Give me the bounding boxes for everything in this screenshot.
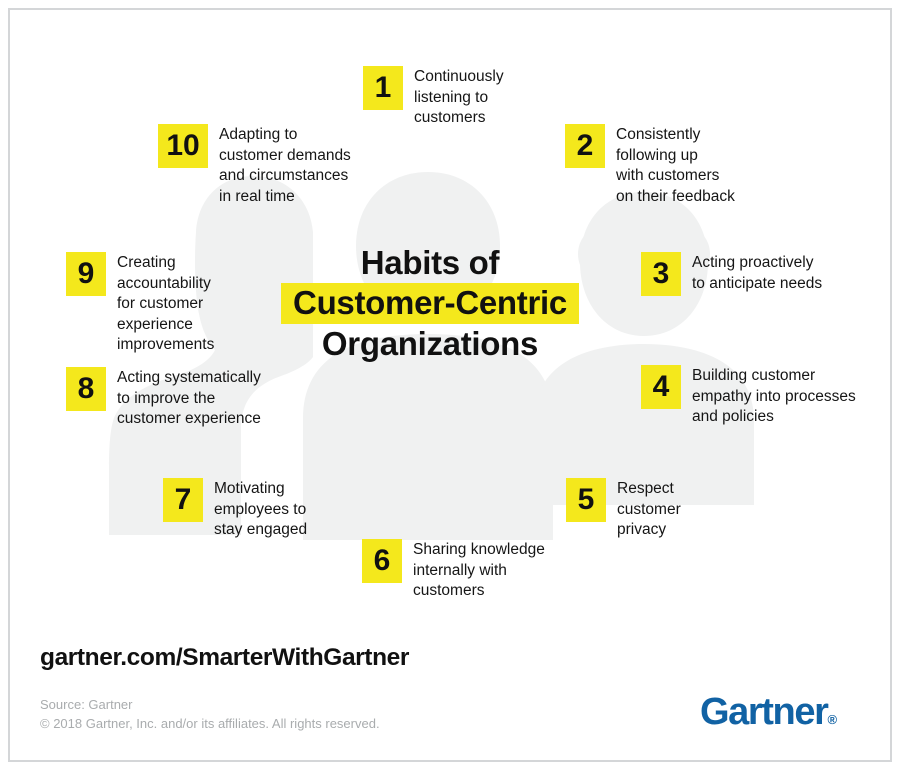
habit-text-5: Respect customer privacy: [617, 480, 681, 538]
habit-text-9: Creating accountability for customer exp…: [117, 254, 215, 353]
habit-item-4[interactable]: 4 Building customer empathy into process…: [641, 365, 856, 428]
habit-number-1: 1: [363, 66, 403, 110]
habit-item-10[interactable]: 10 Adapting to customer demands and circ…: [158, 124, 351, 207]
habit-number-5: 5: [566, 478, 606, 522]
title-highlight: Customer-Centric: [281, 283, 579, 324]
habit-item-7[interactable]: 7 Motivating employees to stay engaged: [163, 478, 307, 541]
habit-text-8: Acting systematically to improve the cus…: [117, 369, 261, 427]
registered-trademark-icon: ®: [827, 712, 838, 727]
habit-item-5[interactable]: 5 Respect customer privacy: [566, 478, 681, 541]
habit-item-9[interactable]: 9 Creating accountability for customer e…: [66, 252, 214, 356]
habit-number-8: 8: [66, 367, 106, 411]
site-url-link[interactable]: gartner.com/SmarterWithGartner: [40, 644, 409, 672]
habit-number-4: 4: [641, 365, 681, 409]
habit-item-6[interactable]: 6 Sharing knowledge internally with cust…: [362, 539, 545, 602]
habit-item-2[interactable]: 2 Consistently following up with custome…: [565, 124, 735, 207]
habit-number-9: 9: [66, 252, 106, 296]
habit-number-2: 2: [565, 124, 605, 168]
habit-text-1: Continuously listening to customers: [414, 68, 504, 126]
center-title: Habits of Customer-Centric Organizations: [230, 243, 630, 364]
habit-item-3[interactable]: 3 Acting proactively to anticipate needs: [641, 252, 822, 296]
habit-text-6: Sharing knowledge internally with custom…: [413, 541, 545, 599]
infographic-stage: Habits of Customer-Centric Organizations…: [0, 0, 900, 770]
habit-number-3: 3: [641, 252, 681, 296]
habit-item-8[interactable]: 8 Acting systematically to improve the c…: [66, 367, 261, 430]
habit-text-10: Adapting to customer demands and circums…: [219, 126, 351, 205]
habit-text-2: Consistently following up with customers…: [616, 126, 735, 205]
habit-item-1[interactable]: 1 Continuously listening to customers: [363, 66, 504, 129]
habit-text-3: Acting proactively to anticipate needs: [692, 254, 823, 292]
title-line-2: Customer-Centric: [230, 283, 630, 324]
habit-number-6: 6: [362, 539, 402, 583]
title-line-3: Organizations: [321, 325, 539, 362]
gartner-logo: Gartner®: [700, 692, 837, 740]
source-copyright: Source: Gartner © 2018 Gartner, Inc. and…: [40, 697, 380, 731]
habit-number-10: 10: [158, 124, 208, 168]
habit-number-7: 7: [163, 478, 203, 522]
habit-text-7: Motivating employees to stay engaged: [214, 480, 308, 538]
infographic-canvas: Habits of Customer-Centric Organizations…: [0, 0, 900, 770]
title-line-1: Habits of: [360, 244, 500, 281]
habit-text-4: Building customer empathy into processes…: [692, 367, 856, 425]
logo-wordmark: Gartner: [700, 691, 829, 733]
